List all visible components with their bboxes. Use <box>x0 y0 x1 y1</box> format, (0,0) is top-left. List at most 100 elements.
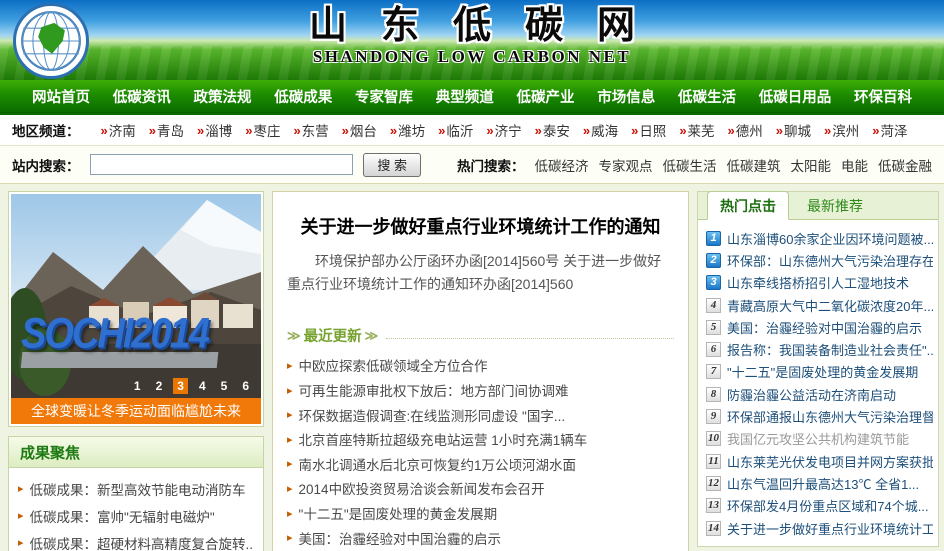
list-item[interactable]: 10我国亿元攻坚公共机构建筑节能 <box>706 428 933 450</box>
city-link-taian[interactable]: »泰安 <box>535 120 570 140</box>
bullet-icon: ▸ <box>287 408 293 421</box>
arrow-icon: » <box>197 123 204 138</box>
city-link-dongying[interactable]: »东营 <box>293 120 328 140</box>
city-link-jinan[interactable]: »济南 <box>101 120 136 140</box>
city-link-yantai[interactable]: »烟台 <box>342 120 377 140</box>
hot-keyword-life[interactable]: 低碳生活 <box>663 155 717 175</box>
city-link-rizhao[interactable]: »日照 <box>631 120 666 140</box>
tab-latest-recommend[interactable]: 最新推荐 <box>795 192 875 219</box>
arrow-icon: » <box>101 123 108 138</box>
nav-item-news[interactable]: 低碳资讯 <box>113 86 171 107</box>
nav-item-policy[interactable]: 政策法规 <box>194 86 252 107</box>
hot-keyword-solar[interactable]: 太阳能 <box>791 155 832 175</box>
city-link-jining[interactable]: »济宁 <box>486 120 521 140</box>
city-link-heze[interactable]: »菏泽 <box>872 120 907 140</box>
pager-6[interactable]: 6 <box>238 378 253 394</box>
list-item[interactable]: 4青藏高原大气中二氧化碳浓度20年... <box>706 294 933 316</box>
tab-hot-clicks[interactable]: 热门点击 <box>707 191 789 220</box>
chevrons-icon: ≫ <box>287 328 301 344</box>
list-item[interactable]: 5美国：治霾经验对中国治霾的启示 <box>706 316 933 338</box>
hot-keyword-finance[interactable]: 低碳金融 <box>878 155 932 175</box>
nav-item-daily-goods[interactable]: 低碳日用品 <box>759 86 832 107</box>
list-item[interactable]: ▸低碳成果：富帅"无辐射电磁炉" <box>18 502 254 529</box>
nav-item-life[interactable]: 低碳生活 <box>678 86 736 107</box>
bullet-icon: ▸ <box>287 531 293 544</box>
rank-badge: 10 <box>706 431 721 446</box>
pager-5[interactable]: 5 <box>217 378 232 394</box>
list-item[interactable]: ▸中欧应探索低碳领域全方位合作 <box>287 353 674 378</box>
pager-4[interactable]: 4 <box>195 378 210 394</box>
pager-1[interactable]: 1 <box>130 378 145 394</box>
hot-keyword-electric[interactable]: 电能 <box>841 155 868 175</box>
results-panel-title: 成果聚焦 <box>9 437 263 468</box>
search-button[interactable]: 搜 索 <box>363 153 421 177</box>
list-item[interactable]: 11山东莱芜光伏发电项目并网方案获批... <box>706 450 933 472</box>
list-item[interactable]: 14关于进一步做好重点行业环境统计工... <box>706 517 933 539</box>
arrow-icon: » <box>342 123 349 138</box>
list-item[interactable]: ▸可再生能源审批权下放后：地方部门间协调难 <box>287 378 674 403</box>
recent-updates-title: 最近更新 <box>304 325 362 346</box>
list-item[interactable]: ▸美国：治霾经验对中国治霾的启示 <box>287 525 674 550</box>
list-item[interactable]: 3山东牵线搭桥招引人工湿地技术 <box>706 272 933 294</box>
nav-item-experts[interactable]: 专家智库 <box>355 86 413 107</box>
city-link-weifang[interactable]: »潍坊 <box>390 120 425 140</box>
list-item[interactable]: ▸环保数据造假调查:在线监测形同虚设 "国字... <box>287 402 674 427</box>
hot-keyword-economy[interactable]: 低碳经济 <box>535 155 589 175</box>
city-link-dezhou[interactable]: »德州 <box>728 120 763 140</box>
list-item[interactable]: 12山东气温回升最高达13℃ 全省1... <box>706 472 933 494</box>
nav-item-market[interactable]: 市场信息 <box>597 86 655 107</box>
hot-search-label: 热门搜索： <box>457 155 525 175</box>
bullet-icon: ▸ <box>287 482 293 495</box>
rank-badge: 11 <box>706 454 721 469</box>
hot-keyword-experts[interactable]: 专家观点 <box>599 155 653 175</box>
site-header: 山东低碳网 SHANDONG LOW CARBON NET <box>0 0 944 80</box>
city-link-linyi[interactable]: »临沂 <box>438 120 473 140</box>
rank-badge: 1 <box>706 231 721 246</box>
list-item[interactable]: ▸低碳成果：新型高效节能电动消防车 <box>18 475 254 502</box>
nav-item-channels[interactable]: 典型频道 <box>436 86 494 107</box>
list-item[interactable]: 7"十二五"是固废处理的黄金发展期 <box>706 361 933 383</box>
pager-3-active[interactable]: 3 <box>173 378 188 394</box>
arrow-icon: » <box>293 123 300 138</box>
list-item[interactable]: 6报告称：我国装备制造业社会责任"... <box>706 338 933 360</box>
carousel-caption[interactable]: 全球变暖让冬季运动面临尴尬未来 <box>11 398 261 424</box>
site-logo[interactable] <box>13 3 89 79</box>
pager-2[interactable]: 2 <box>152 378 167 394</box>
list-item[interactable]: ▸南水北调通水后北京可恢复约1万公顷河湖水面 <box>287 452 674 477</box>
city-link-weihai[interactable]: »威海 <box>583 120 618 140</box>
hot-keyword-building[interactable]: 低碳建筑 <box>727 155 781 175</box>
arrow-icon: » <box>728 123 735 138</box>
bullet-icon: ▸ <box>18 509 24 522</box>
nav-item-encyclopedia[interactable]: 环保百科 <box>854 86 912 107</box>
list-item[interactable]: ▸"十二五"是固废处理的黄金发展期 <box>287 501 674 526</box>
nav-item-industry[interactable]: 低碳产业 <box>517 86 575 107</box>
arrow-icon: » <box>776 123 783 138</box>
list-item[interactable]: 2环保部：山东德州大气污染治理存在... <box>706 249 933 271</box>
list-item[interactable]: 8防霾治霾公益活动在济南启动 <box>706 383 933 405</box>
city-link-binzhou[interactable]: »滨州 <box>824 120 859 140</box>
carousel-photo[interactable]: SOCHI2014 1 2 3 4 5 6 <box>11 194 261 398</box>
list-item[interactable]: ▸低碳成果：超硬材料高精度复合旋转... <box>18 529 254 551</box>
nav-item-home[interactable]: 网站首页 <box>32 86 90 107</box>
city-link-zaozhuang[interactable]: »枣庄 <box>245 120 280 140</box>
list-item[interactable]: 1山东淄博60余家企业因环境问题被... <box>706 227 933 249</box>
dotted-divider <box>386 338 674 339</box>
arrow-icon: » <box>245 123 252 138</box>
site-title: 山东低碳网 <box>0 7 944 47</box>
list-item[interactable]: ▸北京首座特斯拉超级充电站运营 1小时充满1辆车 <box>287 427 674 452</box>
bullet-icon: ▸ <box>18 482 24 495</box>
bullet-icon: ▸ <box>287 457 293 470</box>
city-link-laiwu[interactable]: »莱芜 <box>679 120 714 140</box>
list-item[interactable]: 9环保部通报山东德州大气污染治理督... <box>706 405 933 427</box>
featured-article-title[interactable]: 关于进一步做好重点行业环境统计工作的通知 <box>287 213 674 239</box>
search-input[interactable] <box>90 154 354 175</box>
hot-clicks-list: 1山东淄博60余家企业因环境问题被... 2环保部：山东德州大气污染治理存在..… <box>698 220 938 539</box>
nav-item-achievements[interactable]: 低碳成果 <box>274 86 332 107</box>
city-link-liaocheng[interactable]: »聊城 <box>776 120 811 140</box>
arrow-icon: » <box>872 123 879 138</box>
arrow-icon: » <box>583 123 590 138</box>
list-item[interactable]: 13环保部发4月份重点区域和74个城... <box>706 495 933 517</box>
city-link-zibo[interactable]: »淄博 <box>197 120 232 140</box>
list-item[interactable]: ▸2014中欧投资贸易洽谈会新闻发布会召开 <box>287 476 674 501</box>
city-link-qingdao[interactable]: »青岛 <box>149 120 184 140</box>
